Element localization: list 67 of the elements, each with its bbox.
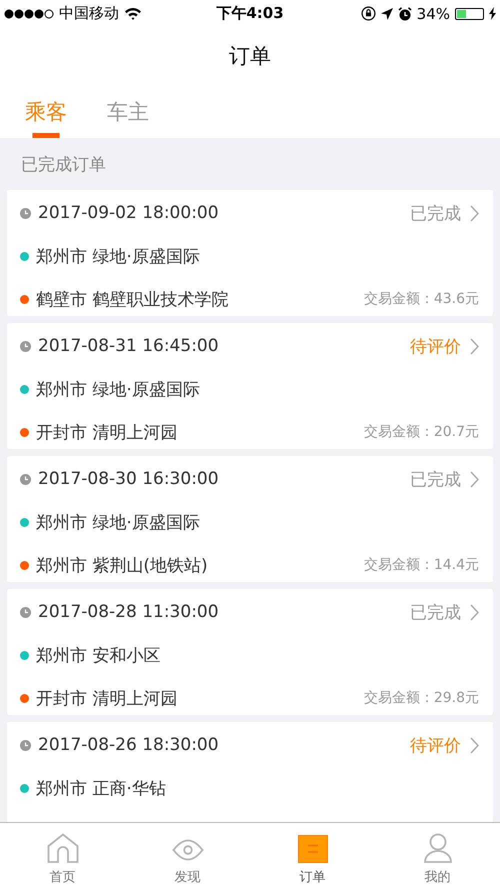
order-card[interactable]: 2017-08-31 16:45:00 待评价 郑州市 绿地·原盛国际 开封市 清明上河园 交易金额：20.7元 xyxy=(7,323,493,449)
person-icon xyxy=(424,833,452,863)
eye-icon xyxy=(172,837,204,863)
chevron-right-icon xyxy=(470,204,479,222)
battery-percent: 34% xyxy=(416,4,450,22)
carrier-name: 中国移动 xyxy=(59,4,119,23)
tabbar-item[interactable]: 发现 xyxy=(125,823,250,889)
destination-dot xyxy=(20,294,29,304)
chevron-right-icon xyxy=(470,736,479,754)
order-time: 2017-08-28 11:30:00 xyxy=(38,602,220,622)
house-icon xyxy=(46,833,78,863)
chevron-right-icon xyxy=(470,470,479,488)
order-time: 2017-08-31 16:45:00 xyxy=(38,336,220,356)
clock-icon xyxy=(20,606,31,618)
charging-bolt-icon xyxy=(489,7,496,20)
chevron-right-icon xyxy=(470,604,479,620)
origin-dot xyxy=(20,384,29,394)
order-amount: 交易金额：14.4元 xyxy=(364,556,479,574)
destination-address: 开封市 清明上河园 xyxy=(36,422,178,444)
origin-address: 郑州市 绿地·原盛国际 xyxy=(36,512,201,534)
clock-icon xyxy=(20,740,31,750)
location-arrow-icon xyxy=(380,8,393,20)
order-time: 2017-09-02 18:00:00 xyxy=(38,203,220,223)
order-amount: 交易金额：29.8元 xyxy=(364,689,479,707)
order-status: 待评价 xyxy=(410,336,461,358)
origin-address: 郑州市 绿地·原盛国际 xyxy=(36,378,201,400)
order-time: 2017-08-26 18:30:00 xyxy=(38,735,220,755)
origin-address: 郑州市 正商·华钻 xyxy=(36,778,167,800)
list-icon xyxy=(298,835,328,863)
tabbar-item[interactable]: 订单 xyxy=(250,823,375,889)
clock-time: 下午4:03 xyxy=(216,4,284,23)
order-card[interactable]: 2017-09-02 18:00:00 已完成 郑州市 绿地·原盛国际 鹤壁市 鹤壁职业技术学院 交易金额：43.6元 xyxy=(7,190,493,316)
destination-address: 开封市 清明上河园 xyxy=(36,688,178,710)
wifi-icon xyxy=(124,7,142,20)
destination-dot xyxy=(20,560,29,570)
origin-dot xyxy=(20,784,29,792)
clock-icon xyxy=(20,340,31,352)
clock-icon xyxy=(20,474,31,484)
destination-address: 鹤壁市 鹤壁职业技术学院 xyxy=(36,288,230,310)
order-status: 已完成 xyxy=(410,602,461,624)
origin-dot xyxy=(20,518,29,526)
origin-dot xyxy=(20,650,29,660)
origin-dot xyxy=(20,252,29,260)
order-card[interactable]: 2017-08-28 11:30:00 已完成 郑州市 安和小区 开封市 清明上河园 交易金额：29.8元 xyxy=(7,589,493,715)
page-title: 订单 xyxy=(229,43,271,70)
destination-address: 郑州市 紫荆山(地铁站) xyxy=(36,554,209,576)
order-time: 2017-08-30 16:30:00 xyxy=(38,469,220,489)
order-status: 已完成 xyxy=(410,468,461,490)
signal-icon xyxy=(4,8,54,18)
tabbar-item[interactable]: 首页 xyxy=(0,823,125,889)
battery-icon xyxy=(455,8,484,20)
destination-dot xyxy=(20,428,29,436)
order-status: 待评价 xyxy=(410,734,461,756)
order-card[interactable]: 2017-08-26 18:30:00 待评价 郑州市 正商·华钻 xyxy=(7,722,493,822)
clock-icon xyxy=(20,208,31,218)
destination-dot xyxy=(20,694,29,702)
order-amount: 交易金额：43.6元 xyxy=(364,290,479,308)
order-card[interactable]: 2017-08-30 16:30:00 已完成 郑州市 绿地·原盛国际 郑州市 紫荆山(地铁站) 交易金额：14.4元 xyxy=(7,456,493,582)
rotation-lock-icon xyxy=(360,6,376,21)
alarm-clock-icon xyxy=(398,6,412,20)
origin-address: 郑州市 安和小区 xyxy=(36,644,162,666)
order-amount: 交易金额：20.7元 xyxy=(364,423,479,441)
order-status: 已完成 xyxy=(410,202,461,224)
section-header: 已完成订单 xyxy=(20,154,107,176)
tabbar-item[interactable]: 我的 xyxy=(375,823,500,889)
chevron-right-icon xyxy=(470,338,479,354)
origin-address: 郑州市 绿地·原盛国际 xyxy=(36,246,201,268)
